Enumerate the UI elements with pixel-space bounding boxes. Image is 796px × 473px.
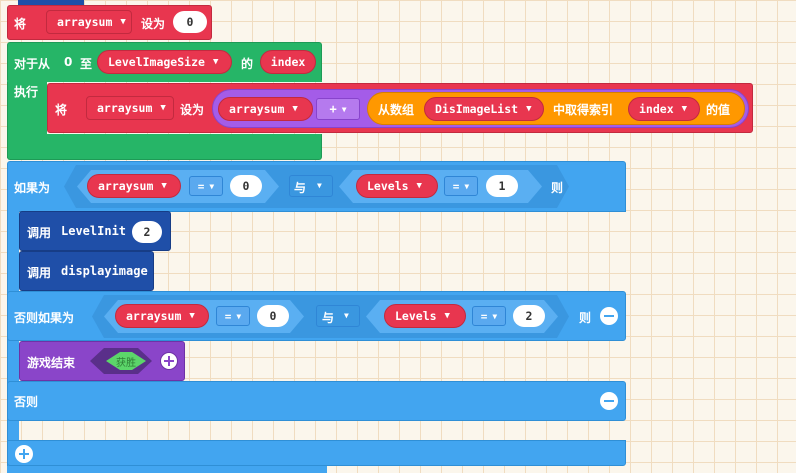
chevron-down-icon: ▼ bbox=[526, 104, 532, 114]
compare-left-variable[interactable]: Levels ▼ bbox=[384, 304, 466, 328]
for-label: 对于从 bbox=[14, 57, 51, 71]
chevron-down-icon: ▼ bbox=[209, 181, 215, 191]
set-label: 将 bbox=[14, 17, 27, 31]
for-loop-footer bbox=[7, 134, 322, 160]
chevron-down-icon: ▼ bbox=[160, 103, 166, 113]
add-branch-plus-icon[interactable] bbox=[15, 445, 33, 463]
and-operator-dropdown[interactable] bbox=[289, 175, 333, 197]
chevron-down-icon: ▼ bbox=[416, 181, 422, 191]
for-index-variable[interactable]: index bbox=[260, 50, 316, 74]
else-header[interactable] bbox=[7, 381, 626, 421]
compare-right-number[interactable]: 2 bbox=[513, 305, 545, 327]
add-plus-icon[interactable] bbox=[160, 352, 178, 370]
chevron-down-icon: ▼ bbox=[161, 181, 167, 191]
get-index-label: 中取得索引 bbox=[553, 103, 614, 117]
compare-left-variable[interactable]: Levels ▼ bbox=[356, 174, 438, 198]
index-variable[interactable]: index ▼ bbox=[628, 97, 700, 121]
compare-right-number[interactable]: 1 bbox=[486, 175, 518, 197]
from-array-label: 从数组 bbox=[378, 103, 415, 117]
if-block-side bbox=[7, 210, 19, 472]
set-to-label: 设为 bbox=[180, 103, 205, 117]
game-over-label: 游戏结束 bbox=[27, 356, 76, 370]
chevron-down-icon: ▼ bbox=[189, 311, 195, 321]
then-label: 则 bbox=[551, 181, 564, 195]
for-of-label: 的 bbox=[241, 57, 254, 71]
chevron-down-icon: ▼ bbox=[212, 57, 219, 67]
chevron-down-icon: ▼ bbox=[236, 311, 242, 321]
chevron-down-icon: ▼ bbox=[492, 311, 498, 321]
value-of-label: 的值 bbox=[706, 103, 731, 117]
and-operator-dropdown[interactable] bbox=[316, 305, 360, 327]
for-to-label: 至 bbox=[80, 57, 93, 71]
equals-operator-dropdown[interactable]: = ▼ bbox=[216, 306, 250, 326]
chevron-down-icon: ▼ bbox=[444, 311, 450, 321]
if-label: 如果为 bbox=[14, 181, 51, 195]
compare-right-number[interactable]: 0 bbox=[257, 305, 289, 327]
remove-branch-minus-icon[interactable] bbox=[600, 392, 618, 410]
array-variable[interactable]: DisImageList ▼ bbox=[424, 97, 544, 121]
call-label: 调用 bbox=[27, 226, 52, 240]
for-loop-body-row bbox=[7, 80, 322, 82]
number-input[interactable]: 0 bbox=[173, 11, 207, 33]
equals-operator-dropdown[interactable]: = ▼ bbox=[472, 306, 506, 326]
for-from-value: 0 bbox=[64, 55, 73, 69]
chevron-down-icon: ▼ bbox=[292, 104, 298, 114]
chevron-down-icon: ▼ bbox=[341, 104, 347, 114]
compare-right-number[interactable]: 0 bbox=[230, 175, 262, 197]
equals-operator-dropdown[interactable]: = ▼ bbox=[444, 176, 478, 196]
function-name: LevelInit bbox=[61, 224, 127, 238]
else-label: 否则 bbox=[14, 395, 39, 409]
plus-operator-dropdown[interactable]: + ▼ bbox=[316, 98, 360, 120]
variable-dropdown[interactable]: arraysum ▼ bbox=[46, 10, 132, 34]
then-label: 则 bbox=[579, 311, 592, 325]
call-label: 调用 bbox=[27, 266, 52, 280]
lhs-variable[interactable]: arraysum ▼ bbox=[218, 97, 313, 121]
set-label: 将 bbox=[55, 103, 68, 117]
chevron-down-icon: ▼ bbox=[317, 181, 322, 190]
for-do-label: 执行 bbox=[14, 85, 39, 99]
if-block-footer[interactable] bbox=[7, 440, 626, 466]
compare-left-variable[interactable]: arraysum ▼ bbox=[115, 304, 209, 328]
chevron-down-icon: ▼ bbox=[681, 104, 688, 114]
chevron-down-icon: ▼ bbox=[464, 181, 470, 191]
for-end-variable[interactable]: LevelImageSize ▼ bbox=[97, 50, 232, 74]
remove-branch-minus-icon[interactable] bbox=[600, 307, 618, 325]
set-to-label: 设为 bbox=[141, 17, 166, 31]
function-arg-input[interactable]: 2 bbox=[132, 221, 162, 243]
else-if-label: 否则如果为 bbox=[14, 311, 75, 325]
chevron-down-icon: ▼ bbox=[120, 17, 126, 27]
function-name: displayimage bbox=[61, 264, 148, 278]
variable-dropdown[interactable]: arraysum ▼ bbox=[86, 96, 174, 120]
chevron-down-icon: ▼ bbox=[344, 311, 349, 320]
equals-operator-dropdown[interactable]: = ▼ bbox=[189, 176, 223, 196]
compare-left-variable[interactable]: arraysum ▼ bbox=[87, 174, 181, 198]
next-block-stub bbox=[7, 466, 327, 473]
